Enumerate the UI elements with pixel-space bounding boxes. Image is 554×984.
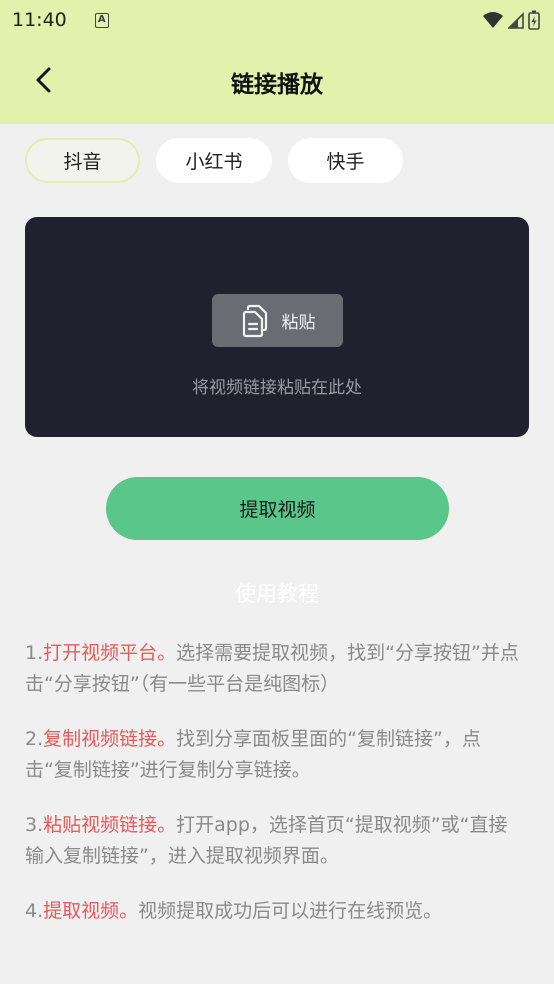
nav-bar: 链接播放 (0, 40, 554, 124)
tutorial-step-4: 4.提取视频。视频提取成功后可以进行在线预览。 (25, 896, 525, 927)
battery-icon (528, 10, 540, 30)
chevron-left-icon (36, 67, 51, 93)
signal-icon (508, 12, 524, 29)
notification-a-icon: A (94, 12, 109, 28)
back-button[interactable] (26, 62, 62, 98)
paste-button-label: 粘贴 (281, 313, 316, 333)
top-bar: 11:40 A 链接播放 (0, 0, 554, 124)
tutorial-steps: 1.打开视频平台。选择需要提取视频，找到“分享按钮”并点击“分享按钮”（有一些平… (25, 638, 525, 951)
step-highlight: 粘贴视频链接。 (43, 814, 177, 836)
status-time: 11:40 (12, 9, 67, 31)
status-icons (482, 10, 540, 30)
step-highlight: 打开视频平台。 (43, 642, 177, 664)
tab-kuaishou[interactable]: 快手 (288, 138, 403, 183)
paste-icon (242, 304, 267, 337)
extract-video-button[interactable]: 提取视频 (106, 477, 449, 540)
tutorial-step-1: 1.打开视频平台。选择需要提取视频，找到“分享按钮”并点击“分享按钮”（有一些平… (25, 638, 525, 700)
page-title: 链接播放 (231, 72, 323, 98)
step-text: 视频提取成功后可以进行在线预览。 (138, 900, 443, 922)
tab-douyin[interactable]: 抖音 (25, 138, 140, 183)
tutorial-title: 使用教程 (235, 582, 319, 606)
step-number: 2. (25, 728, 44, 750)
step-highlight: 提取视频。 (43, 900, 139, 922)
tab-xiaohongshu[interactable]: 小红书 (156, 138, 272, 183)
tutorial-step-3: 3.粘贴视频链接。打开app，选择首页“提取视频”或“直接输入复制链接”，进入提… (25, 810, 525, 872)
tutorial-step-2: 2.复制视频链接。找到分享面板里面的“复制链接”，点击“复制链接”进行复制分享链… (25, 724, 525, 786)
step-number: 1. (25, 642, 44, 664)
status-bar: 11:40 A (0, 0, 554, 40)
step-number: 3. (25, 814, 44, 836)
paste-panel[interactable]: 粘贴 将视频链接粘贴在此处 (25, 217, 529, 437)
step-highlight: 复制视频链接。 (43, 728, 177, 750)
platform-tabs: 抖音 小红书 快手 (25, 138, 403, 183)
wifi-icon (483, 12, 503, 28)
paste-hint: 将视频链接粘贴在此处 (192, 378, 362, 398)
step-number: 4. (25, 900, 44, 922)
paste-button[interactable]: 粘贴 (212, 294, 343, 347)
